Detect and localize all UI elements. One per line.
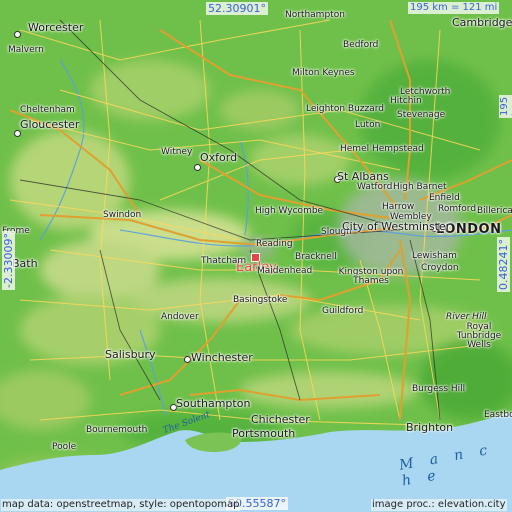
place-label: Oxford <box>200 151 238 164</box>
place-label: Portsmouth <box>232 427 296 440</box>
place-label: Romford <box>438 204 477 214</box>
place-label: Cambridge <box>452 16 512 29</box>
place-label: Eastbourne <box>484 410 512 420</box>
place-marker <box>194 164 201 171</box>
scale-label-top: 195 km = 121 mi <box>408 2 500 14</box>
place-marker <box>14 31 21 38</box>
place-label: Guildford <box>322 306 364 316</box>
place-label: Luton <box>355 120 381 130</box>
place-label: Poole <box>52 442 77 452</box>
elevation-map: Earley Worcester Northampton Cambridge M… <box>0 0 512 512</box>
place-label: High Barnet <box>393 182 447 192</box>
image-credit: image proc.: elevation.city <box>371 499 507 511</box>
map-credit: map data: openstreetmap, style: opentopo… <box>1 499 241 511</box>
place-label: Basingstoke <box>233 295 288 305</box>
place-label: Andover <box>161 312 199 322</box>
place-label: Enfield <box>429 193 460 203</box>
place-label: City of Westminster <box>342 220 451 233</box>
place-label: Hemel Hempstead <box>340 144 424 154</box>
place-label: Lewisham <box>412 251 457 261</box>
scale-label-right: 195 km = 121 mi <box>499 94 512 118</box>
coord-right: 0.48241° <box>497 237 510 292</box>
coord-left: -2.33009° <box>2 231 15 290</box>
place-label: Bedford <box>343 40 379 50</box>
place-label: Bath <box>12 257 38 270</box>
place-label: Milton Keynes <box>292 68 355 78</box>
place-marker <box>184 356 191 363</box>
place-label: Swindon <box>103 210 142 220</box>
place-label: Witney <box>161 147 193 157</box>
place-label: Brighton <box>406 421 454 434</box>
place-label: Leighton Buzzard <box>306 104 385 114</box>
place-label: Bournemouth <box>86 425 148 435</box>
place-label: Salisbury <box>105 348 156 361</box>
place-label: Harrow <box>382 202 415 212</box>
place-label: Bracknell <box>295 252 337 262</box>
place-label: Cheltenham <box>20 105 75 115</box>
place-label: Stevenage <box>397 110 446 120</box>
place-label: Reading <box>256 239 293 249</box>
place-label: Northampton <box>285 10 345 20</box>
place-label: Gloucester <box>20 118 80 131</box>
coord-top: 52.30901° <box>206 2 268 15</box>
place-label: Kingston upon Thames <box>338 267 404 286</box>
place-label: Burgess Hill <box>412 384 466 394</box>
place-label: Royal Tunbridge Wells <box>456 322 502 350</box>
place-label: High Wycombe <box>255 206 324 216</box>
place-label: Watford <box>357 182 393 192</box>
place-label: Worcester <box>28 21 84 34</box>
place-label: Billericay <box>477 206 512 216</box>
place-label: Hitchin <box>390 96 422 106</box>
place-label: Southampton <box>176 397 251 410</box>
place-label: Malvern <box>8 45 44 55</box>
place-marker <box>14 130 21 137</box>
place-label: Croydon <box>421 263 459 273</box>
place-label: Chichester <box>251 413 310 426</box>
place-label: Thatcham <box>201 256 247 266</box>
place-label: St Albans <box>337 170 389 183</box>
place-label: Winchester <box>191 351 253 364</box>
place-label: Maidenhead <box>257 266 313 276</box>
place-label: River Hill <box>446 312 487 322</box>
